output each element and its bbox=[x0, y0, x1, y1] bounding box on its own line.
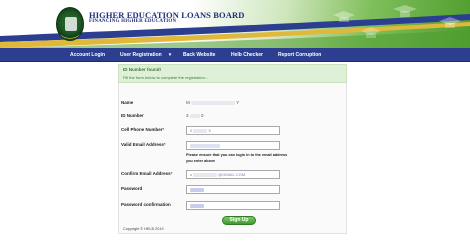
nav-back-website[interactable]: Back Website bbox=[183, 48, 215, 62]
logo-book-icon bbox=[65, 17, 77, 31]
nav-user-registration[interactable]: User Registration ▼ bbox=[120, 48, 172, 62]
sign-up-button[interactable]: Sign Up bbox=[222, 216, 256, 225]
nav-user-registration-label: User Registration bbox=[120, 52, 162, 58]
confirm-email-input[interactable]: s @GMAIL.COM bbox=[186, 170, 280, 179]
nav-report-corruption[interactable]: Report Corruption bbox=[278, 48, 321, 62]
confirm-email-label-text: Confirm Email Address bbox=[121, 171, 171, 176]
phone-label: Cell Phone Number* bbox=[121, 127, 164, 132]
name-value-end: Y bbox=[236, 100, 240, 105]
phone-value-start: 0 bbox=[190, 128, 193, 133]
required-mark: * bbox=[163, 142, 166, 147]
required-mark: * bbox=[162, 127, 165, 132]
header-subtitle: FINANCING HIGHER EDUCATION bbox=[89, 19, 177, 24]
email-hint: Please ensure that you can login in to t… bbox=[186, 153, 288, 163]
name-value: M Y bbox=[186, 100, 239, 105]
redacted-text bbox=[193, 128, 208, 133]
graduation-cap-icon bbox=[393, 5, 417, 17]
name-label: Name bbox=[121, 100, 134, 105]
id-number-label: ID Number bbox=[121, 113, 144, 118]
redacted-text bbox=[190, 143, 220, 148]
phone-input[interactable]: 0 5 bbox=[186, 126, 280, 135]
graduation-cap-icon bbox=[361, 27, 381, 38]
id-number-value: 3 0 bbox=[186, 113, 204, 118]
phone-value-end: 5 bbox=[208, 128, 211, 133]
required-mark: * bbox=[170, 171, 173, 176]
alert-text: Fill the form below to complete the regi… bbox=[123, 75, 209, 80]
redacted-text bbox=[193, 172, 218, 177]
password-confirmation-input[interactable] bbox=[186, 201, 280, 210]
alert-title: ID Number found! bbox=[123, 67, 161, 72]
graduation-cap-icon bbox=[333, 11, 355, 22]
confirm-email-label: Confirm Email Address* bbox=[121, 171, 172, 176]
password-dots bbox=[190, 187, 204, 192]
email-input[interactable] bbox=[186, 141, 280, 150]
chevron-down-icon: ▼ bbox=[167, 52, 173, 57]
email-label: Valid Email Address* bbox=[121, 142, 166, 147]
nav-account-login[interactable]: Account Login bbox=[70, 48, 105, 62]
redacted-text bbox=[189, 113, 200, 118]
password-confirmation-label: Password confirmation bbox=[121, 202, 171, 207]
password-dots bbox=[190, 203, 204, 208]
site-header: HIGHER EDUCATION LOANS BOARD FINANCING H… bbox=[0, 0, 470, 48]
nav-helb-checker[interactable]: Helb Checker bbox=[231, 48, 263, 62]
redacted-text bbox=[191, 100, 236, 105]
phone-label-text: Cell Phone Number bbox=[121, 127, 163, 132]
helb-logo bbox=[56, 7, 84, 41]
name-value-start: M bbox=[186, 100, 190, 105]
confirm-email-value-start: s bbox=[190, 172, 192, 177]
id-value-end: 0 bbox=[201, 113, 204, 118]
graduation-cap-icon bbox=[439, 17, 461, 28]
id-value-start: 3 bbox=[186, 113, 189, 118]
password-input[interactable] bbox=[186, 185, 280, 194]
email-label-text: Valid Email Address bbox=[121, 142, 164, 147]
main-nav: Account Login User Registration ▼ Back We… bbox=[0, 48, 470, 62]
confirm-email-value-end: @GMAIL.COM bbox=[218, 172, 246, 177]
password-label: Password bbox=[121, 186, 143, 191]
copyright-text: Copyright © HELB 2019 bbox=[123, 227, 164, 231]
success-alert: ID Number found! Fill the form below to … bbox=[118, 64, 347, 83]
